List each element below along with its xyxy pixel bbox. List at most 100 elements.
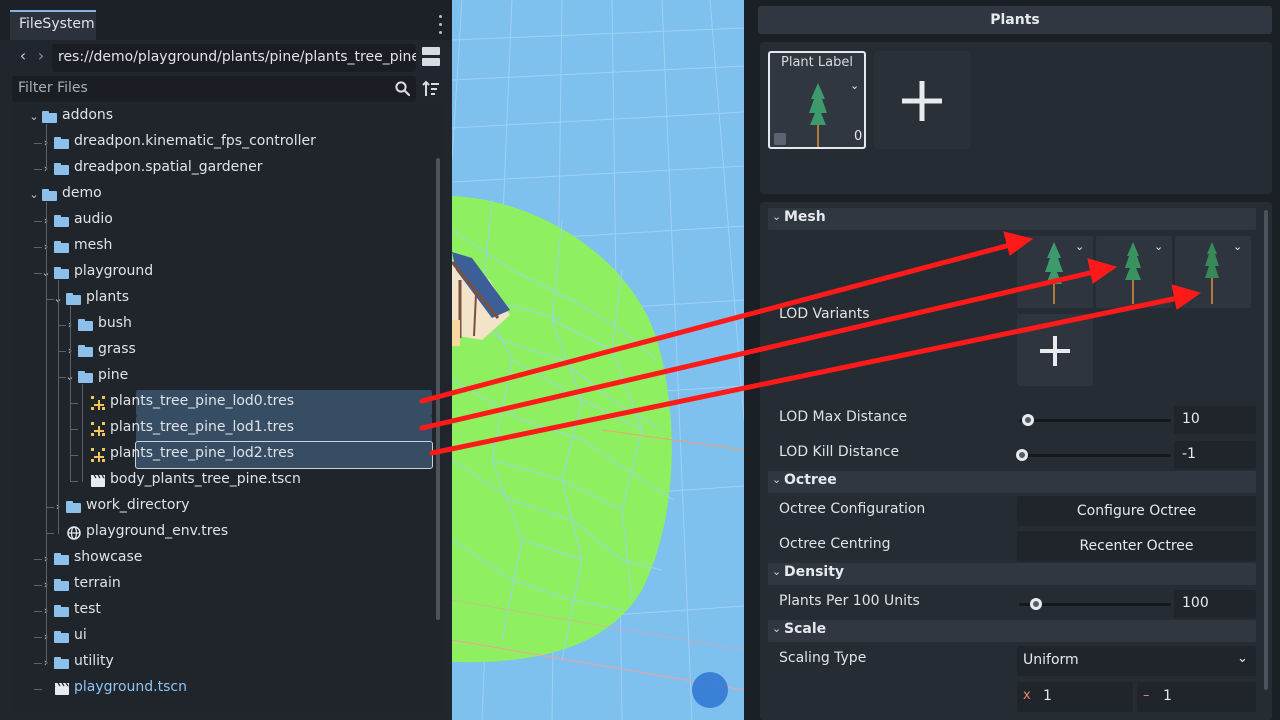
plant-properties: ⌄ Mesh LOD Variants ⌄ ⌄ ⌄ LOD Max Distan… [760,202,1272,720]
tree-item-label: plants [86,289,130,305]
lod-variant-slot-2[interactable]: ⌄ [1175,236,1251,308]
tree-item-label: playground [74,263,154,279]
section-mesh[interactable]: ⌄ Mesh [768,208,1256,230]
chevron-down-icon[interactable]: ⌄ [1154,240,1163,253]
search-icon [395,81,411,97]
chevron-down-icon: ⌄ [1237,651,1248,666]
viewport-scene [452,0,744,720]
chevron-down-icon: ⌄ [772,565,782,578]
octree-centring-label: Octree Centring [779,536,891,552]
lod-max-distance-field[interactable]: 10 [1174,406,1256,434]
folder-icon [78,319,93,331]
tree-item-label: grass [98,341,136,357]
resource-icon [91,396,105,410]
tree-item-label: plants_tree_pine_lod1.tres [110,419,294,435]
recenter-octree-button[interactable]: Recenter Octree [1017,531,1256,561]
scaling-type-value: Uniform [1023,652,1079,668]
add-lod-variant-button[interactable] [1017,314,1093,386]
scale-y-value: 1 [1163,688,1172,704]
section-octree-label: Octree [784,472,837,488]
kebab-menu-icon[interactable] [432,12,448,36]
folder-icon [54,267,69,279]
scaling-type-label: Scaling Type [779,650,867,666]
section-octree[interactable]: ⌄ Octree [768,471,1256,493]
chevron-down-icon[interactable]: ⌄ [28,109,40,125]
3d-viewport[interactable] [452,0,744,720]
tree-item-label: mesh [74,237,113,253]
tree-item-label: dreadpon.kinematic_fps_controller [74,133,316,149]
tree-item-label: playground_env.tres [86,523,229,539]
plants-per-100-units-field[interactable]: 100 [1174,590,1256,618]
path-field[interactable]: res://demo/playground/plants/pine/plants… [52,44,416,72]
filesystem-tab-bar: FileSystem [0,0,452,40]
gizmo-sphere[interactable] [692,672,728,708]
tree-guide-line [70,403,78,404]
plants-per-100-units-label: Plants Per 100 Units [779,593,920,609]
tree-item-label: playground.tscn [74,679,187,695]
configure-octree-button[interactable]: Configure Octree [1017,496,1256,526]
inspector-scrollbar[interactable] [1264,210,1268,690]
lod-kill-distance-field[interactable]: -1 [1174,441,1256,469]
folder-icon [54,215,69,227]
lod-variant-slot-0[interactable]: ⌄ [1017,236,1093,308]
chevron-right-icon[interactable]: › [34,46,48,68]
folder-icon [66,501,81,513]
section-scale[interactable]: ⌄ Scale [768,620,1256,642]
file-tree: ⌄addons›dreadpon.kinematic_fps_controlle… [12,104,446,712]
tree-item-label: plants_tree_pine_lod0.tres [110,393,294,409]
section-density[interactable]: ⌄ Density [768,563,1256,585]
folder-icon [54,137,69,149]
pine-tree-icon [1045,242,1063,304]
folder-icon [54,241,69,253]
folder-icon [54,657,69,669]
scale-range-y-field[interactable]: – 1 [1137,682,1256,712]
tree-item-label: terrain [74,575,121,591]
folder-icon [78,345,93,357]
chevron-left-icon[interactable]: ‹ [16,46,30,68]
filesystem-tab[interactable]: FileSystem [10,10,96,40]
tree-item-label: demo [62,185,102,201]
tree-guide-line [46,202,47,664]
section-density-label: Density [784,564,845,580]
lod-kill-distance-grabber[interactable] [1016,449,1028,461]
folder-icon [54,605,69,617]
file-tree-scrollbar[interactable] [436,158,440,620]
lod-variant-slot-1[interactable]: ⌄ [1096,236,1172,308]
section-scale-label: Scale [784,621,827,637]
lod-variants-label: LOD Variants [779,306,870,322]
chevron-down-icon: ⌄ [772,622,782,635]
chevron-down-icon[interactable]: ⌄ [28,187,40,203]
plant-enabled-checkbox[interactable] [774,133,786,145]
plants-per-100-units-value: 100 [1182,595,1209,611]
tree-item-label: ui [74,627,87,643]
lod-kill-distance-slider[interactable] [1019,454,1171,457]
tree-guide-line [70,429,78,430]
scale-x-axis-label: x [1023,688,1031,703]
chevron-down-icon[interactable]: ⌄ [1075,240,1084,253]
lod-kill-distance-value: -1 [1182,446,1196,462]
chevron-down-icon: ⌄ [772,210,782,223]
lod-max-distance-grabber[interactable] [1021,414,1034,426]
scaling-type-dropdown[interactable]: Uniform ⌄ [1017,646,1256,676]
sort-icon[interactable] [422,80,440,98]
tree-item-label: test [74,601,101,617]
lod-max-distance-slider[interactable] [1019,419,1171,422]
split-mode-icon[interactable] [422,47,440,67]
pine-tree-icon [809,83,827,147]
folder-icon [54,631,69,643]
tree-item-label: bush [98,315,132,331]
tree-item-label: dreadpon.spatial_gardener [74,159,263,175]
pine-tree-icon [1125,242,1141,304]
folder-icon [42,189,57,201]
scale-range-x-field[interactable]: x 1 [1017,682,1133,712]
tree-item-label: work_directory [86,497,190,513]
plant-card-label: Plant Label [781,55,853,70]
plants-per-100-units-grabber[interactable] [1030,598,1042,610]
filter-files-input[interactable]: Filter Files [12,76,416,102]
plant-card[interactable]: Plant Label ⌄ 0 [768,51,866,149]
scale-link-label: – [1143,688,1150,703]
chevron-down-icon[interactable]: ⌄ [850,79,859,92]
chevron-down-icon[interactable]: ⌄ [1233,240,1242,253]
add-plant-button[interactable] [874,51,970,149]
tree-item-label: addons [62,107,114,123]
